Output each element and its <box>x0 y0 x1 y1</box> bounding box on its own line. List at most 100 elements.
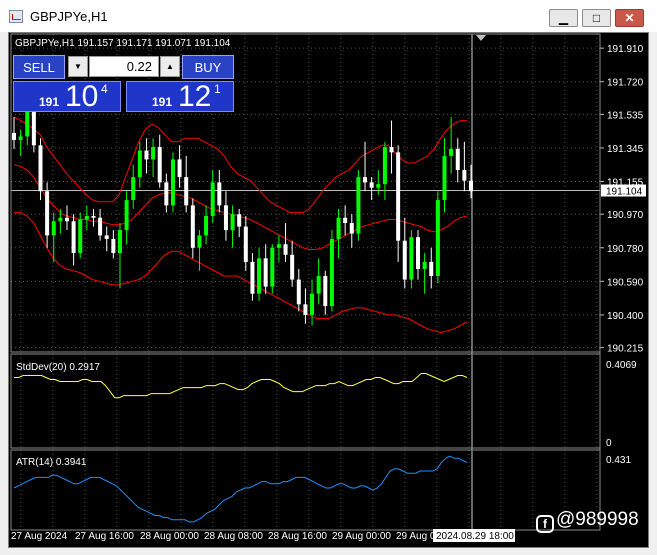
candle-body <box>310 293 315 315</box>
price-tick-label: 190.400 <box>607 311 644 322</box>
price-tick-label: 190.590 <box>607 277 644 288</box>
social-logo-icon: f <box>536 515 554 533</box>
current-price-label: 191.104 <box>606 187 643 198</box>
one-click-trading-panel: SELL ▼ 0.22 ▲ BUY 191 10 4 191 12 1 <box>13 55 234 113</box>
price-tick-label: 191.910 <box>607 44 644 55</box>
candle-body <box>257 258 262 294</box>
candle-body <box>12 132 16 140</box>
candle-body <box>409 237 414 280</box>
candle-body <box>164 182 169 206</box>
chart-header: GBPJPYe,H1 191.157 191.171 191.071 191.1… <box>15 38 231 49</box>
time-tick-label: 27 Aug 16:00 <box>75 531 134 542</box>
candle-body <box>210 182 215 216</box>
candle-body <box>18 136 23 140</box>
stddev-min-label: 0 <box>606 438 612 449</box>
candle-body <box>38 145 43 192</box>
time-tick-label: 28 Aug 16:00 <box>268 531 327 542</box>
watermark: f @989998 <box>536 509 639 533</box>
price-tick-label: 190.215 <box>607 344 644 355</box>
stddev-max-label: 0.4069 <box>606 360 637 371</box>
candle-body <box>290 254 295 280</box>
candle-body <box>276 244 281 248</box>
candle-body <box>363 177 368 183</box>
buy-button[interactable]: BUY <box>182 55 234 79</box>
watermark-text: @989998 <box>556 509 639 530</box>
candle-body <box>223 205 228 231</box>
candle-body <box>442 155 447 201</box>
candle-body <box>98 217 103 236</box>
sell-button[interactable]: SELL <box>13 55 65 79</box>
lot-size-input[interactable]: 0.22 <box>89 56 159 77</box>
price-tick-label: 191.535 <box>607 110 644 121</box>
price-tick-label: 191.345 <box>607 144 644 155</box>
time-tick-label: 28 Aug 00:00 <box>140 531 199 542</box>
candle-body <box>316 276 321 294</box>
candle-body <box>230 214 235 231</box>
stddev-line <box>14 373 468 399</box>
candle-body <box>283 244 288 255</box>
candle-body <box>45 191 50 236</box>
candle-body <box>382 147 387 185</box>
candle-body <box>250 261 255 294</box>
crosshair-time-label: 2024.08.29 18:00 <box>436 531 514 542</box>
candle-body <box>237 214 242 227</box>
buy-price-prefix: 191 <box>152 95 173 109</box>
candle-body <box>435 200 440 277</box>
price-tick-label: 191.720 <box>607 78 644 89</box>
candle-body <box>449 148 454 156</box>
candle-body <box>190 205 195 248</box>
candle-body <box>84 215 89 220</box>
candle-body <box>64 217 69 222</box>
candle-body <box>329 238 334 307</box>
candle-body <box>151 147 156 160</box>
buy-price-sup: 1 <box>214 82 221 96</box>
candle-body <box>124 200 129 231</box>
time-tick-label: 27 Aug 2024 <box>11 531 68 542</box>
candle-body <box>157 147 162 183</box>
candle-body <box>91 215 96 218</box>
candle-body <box>376 184 381 188</box>
candle-body <box>389 147 394 153</box>
sell-price-button[interactable]: 191 10 4 <box>13 80 121 113</box>
candle-body <box>356 177 361 234</box>
candle-body <box>184 177 189 206</box>
lot-decrease-button[interactable]: ▼ <box>68 56 88 77</box>
candle-body <box>462 170 467 181</box>
candle-body <box>204 215 209 236</box>
candle-body <box>25 111 30 137</box>
candle-body <box>455 148 460 171</box>
candle-body <box>31 111 36 146</box>
candle-body <box>131 177 136 201</box>
atr-max-label: 0.431 <box>606 455 631 466</box>
time-tick-label: 29 Aug 0 <box>396 531 436 542</box>
candle-body <box>51 221 56 236</box>
price-tick-label: 190.780 <box>607 244 644 255</box>
candle-body <box>78 219 83 254</box>
candle-body <box>197 235 202 248</box>
candle-body <box>323 276 328 307</box>
candle-body <box>469 180 473 192</box>
time-tick-label: 29 Aug 00:00 <box>332 531 391 542</box>
candle-body <box>117 230 122 254</box>
candle-body <box>429 261 434 277</box>
atr-label: ATR(14) 0.3941 <box>16 457 87 468</box>
candle-body <box>111 238 116 254</box>
candle-body <box>270 247 275 287</box>
candle-body <box>336 217 341 239</box>
candle-body <box>422 261 427 269</box>
candle-body <box>343 217 348 224</box>
pane-border <box>10 449 601 531</box>
candle-body <box>170 159 175 206</box>
lot-increase-button[interactable]: ▲ <box>160 56 180 77</box>
shift-marker-icon[interactable] <box>476 35 486 41</box>
candle-body <box>263 258 268 287</box>
candle-body <box>303 304 308 315</box>
sell-price-big: 10 <box>65 80 99 113</box>
time-tick-label: 28 Aug 08:00 <box>204 531 263 542</box>
candle-body <box>243 226 248 262</box>
candle-body <box>349 223 354 234</box>
candle-body <box>137 150 142 178</box>
buy-price-button[interactable]: 191 12 1 <box>126 80 234 113</box>
buy-price-big: 12 <box>178 80 212 113</box>
candle-body <box>217 182 222 206</box>
